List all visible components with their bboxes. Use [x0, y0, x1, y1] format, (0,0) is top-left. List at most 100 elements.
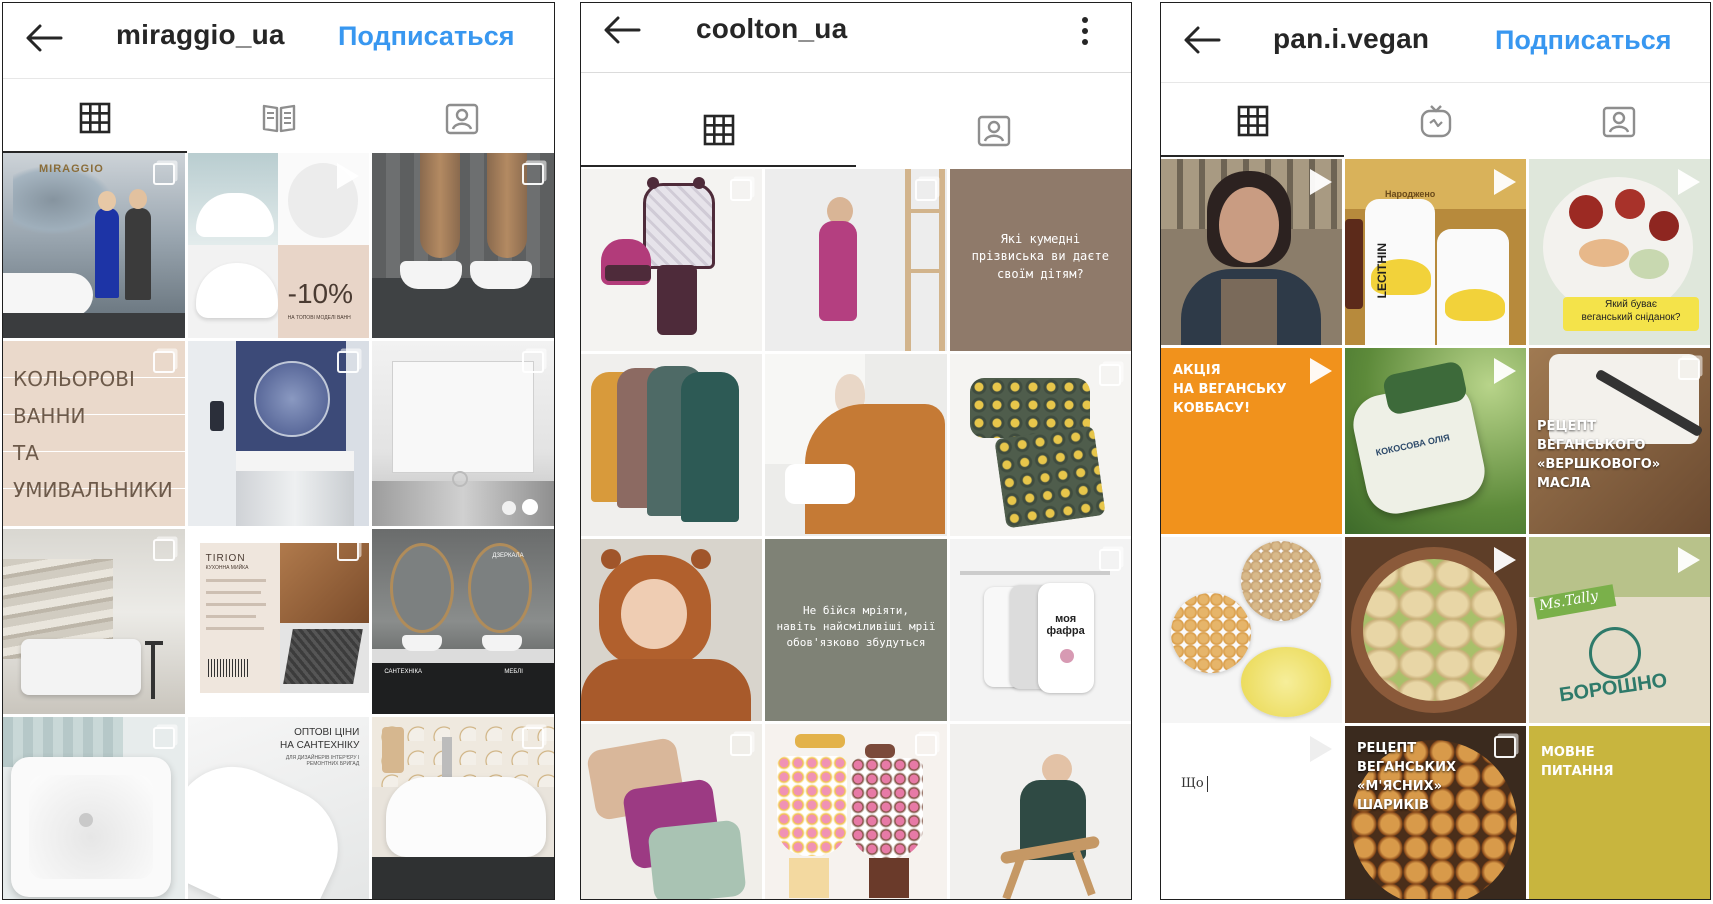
tab-tagged[interactable] [1527, 85, 1710, 157]
follow-button[interactable]: Подписаться [1495, 25, 1672, 56]
video-icon [337, 163, 360, 189]
language-text: МОВНЕ ПИТАННЯ [1541, 745, 1614, 779]
tab-tagged[interactable] [856, 93, 1131, 167]
post-grid: Які кумедні прізвиська ви даєте своїм ді… [581, 169, 1131, 899]
follow-button[interactable]: Подписаться [338, 21, 515, 52]
post-colored-bathtubs[interactable]: КОЛЬОРОВІ ВАННИ ТА УМИВАЛЬНИКИ [3, 341, 185, 526]
profile-panel-panivegan: pan.i.vegan Подписаться Народжено LECITH… [1160, 2, 1711, 900]
video-icon [1494, 547, 1516, 573]
post-toddler-pink[interactable] [765, 169, 947, 351]
tagged-icon [445, 103, 479, 135]
video-icon [1310, 358, 1332, 384]
back-arrow-icon[interactable] [1183, 25, 1221, 55]
post-lecithin[interactable]: Народжено LECITHIN [1345, 159, 1526, 345]
grid-icon [79, 102, 111, 134]
video-icon [1678, 547, 1700, 573]
carousel-icon [152, 163, 175, 185]
product-title: TIRION [205, 553, 246, 564]
post-bodysuits-hangers[interactable]: моя фафра [949, 539, 1131, 721]
post-language-question[interactable]: МОВНЕ ПИТАННЯ [1529, 726, 1710, 899]
profile-tabs [581, 93, 1131, 167]
back-arrow-icon[interactable] [603, 15, 641, 45]
carousel-icon [152, 351, 175, 373]
grid-icon [703, 114, 734, 146]
video-icon [1310, 736, 1332, 762]
profile-header: coolton_ua [581, 3, 1131, 73]
profile-tabs [3, 83, 554, 153]
post-chickpeas[interactable] [1161, 537, 1342, 723]
post-cardigans[interactable] [581, 724, 763, 899]
post-white-room[interactable] [372, 341, 554, 526]
profile-header: miraggio_ua Подписаться [3, 3, 554, 79]
tab-tagged[interactable] [370, 83, 554, 153]
carousel-icon [152, 539, 175, 561]
wholesale-title: ОПТОВІ ЦІНИ НА САНТЕХНІКУ [280, 727, 360, 751]
username: coolton_ua [696, 13, 848, 44]
carousel-icon [1678, 358, 1700, 380]
post-grid: MIRAGGIO -10% НА ТОПОВІ МОДЕЛІ ВАНН КОЛЬ… [3, 153, 554, 899]
post-bathtubs-discount[interactable]: -10% НА ТОПОВІ МОДЕЛІ ВАНН [187, 153, 370, 338]
post-baby-bear-suit[interactable] [581, 539, 763, 721]
username: miraggio_ua [116, 19, 285, 50]
post-quote-nicknames[interactable]: Які кумедні прізвиська ви даєте своїм ді… [949, 169, 1131, 351]
video-icon [1310, 169, 1332, 195]
post-flour[interactable]: Ms.Tally БОРОШНО [1529, 537, 1710, 723]
carousel-icon [914, 734, 937, 756]
post-white-sink[interactable] [3, 717, 185, 899]
igtv-icon [1420, 105, 1451, 138]
carousel-icon [730, 734, 753, 756]
username: pan.i.vegan [1273, 23, 1430, 54]
post-vegan-breakfast[interactable]: Який буває веганський сніданок? [1529, 159, 1710, 345]
profile-panel-miraggio: miraggio_ua Подписаться MIRAGGIO -10% НА… [2, 2, 555, 900]
post-meatballs-recipe[interactable]: РЕЦЕПТ ВЕГАНСЬКИХ «М'ЯСНИХ» ШАРИКІВ [1345, 726, 1526, 899]
video-icon [1678, 169, 1700, 195]
post-donut-dresses[interactable] [765, 724, 947, 899]
carousel-icon [337, 539, 360, 561]
breakfast-caption: Який буває веганський сніданок? [1581, 299, 1681, 323]
video-icon [1494, 358, 1516, 384]
post-onyx-bath[interactable] [3, 529, 185, 714]
post-text-draft[interactable]: Що [1161, 726, 1342, 899]
post-wholesale-prices[interactable]: ОПТОВІ ЦІНИ НА САНТЕХНІКУ ДЛЯ ДИЗАЙНЕРІВ… [187, 717, 370, 899]
quote-text: Не бійся мріяти, навіть найсміливіші мрі… [776, 604, 936, 649]
carousel-icon [152, 727, 175, 749]
carousel-icon [1494, 736, 1516, 758]
post-baby-chair[interactable] [765, 354, 947, 536]
post-butter-recipe[interactable]: РЕЦЕПТ ВЕГАНСЬКОГО «ВЕРШКОВОГО» МАСЛА [1529, 348, 1710, 534]
tab-grid[interactable] [1161, 85, 1344, 157]
carousel-icon [522, 351, 544, 373]
more-options-icon[interactable] [1079, 15, 1091, 47]
post-avocado-set[interactable] [949, 354, 1131, 536]
promo-text: АКЦІЯ НА ВЕГАНСЬКУ КОВБАСУ! [1173, 363, 1287, 416]
post-mirrors-vanity[interactable]: ДЗЕРКАЛА САНТЕХНІКА МЕБЛІ [372, 529, 554, 714]
post-coconut-oil[interactable]: КОКОСОВА ОЛІЯ [1345, 348, 1526, 534]
carousel-icon [1098, 549, 1121, 571]
tab-igtv[interactable] [1344, 85, 1527, 157]
post-navy-vanity[interactable] [187, 341, 370, 526]
post-toddler-wooden-toy[interactable] [949, 724, 1131, 899]
post-showroom[interactable]: MIRAGGIO [3, 153, 185, 338]
profile-panel-coolton: coolton_ua Які кумедні прізвиська ви дає… [580, 2, 1132, 900]
post-quote-dream[interactable]: Не бійся мріяти, навіть найсміливіші мрі… [765, 539, 947, 721]
post-bear-jumpsuit[interactable] [581, 169, 763, 351]
tagged-icon [977, 115, 1010, 147]
post-washbasins-tiles[interactable] [372, 153, 554, 338]
post-sausage-promo[interactable]: АКЦІЯ НА ВЕГАНСЬКУ КОВБАСУ! [1161, 348, 1342, 534]
profile-header: pan.i.vegan Подписаться [1161, 3, 1710, 83]
post-grid: Народжено LECITHIN Який буває веганський… [1161, 159, 1710, 899]
back-arrow-icon[interactable] [25, 23, 63, 53]
post-tirion-sink[interactable]: TIRION КУХОННА МИЙКА [187, 529, 370, 714]
tab-grid[interactable] [3, 83, 187, 153]
brand-logo-text: MIRAGGIO [39, 163, 104, 175]
video-icon [1494, 169, 1516, 195]
tab-guides[interactable] [187, 83, 371, 153]
post-hoodies-rack[interactable] [581, 354, 763, 536]
profile-tabs [1161, 85, 1710, 157]
carousel-icon [1098, 364, 1121, 386]
post-honeycomb-basin[interactable] [372, 717, 554, 899]
post-portrait-shop[interactable] [1161, 159, 1342, 345]
discount-text: -10% [287, 278, 354, 309]
tab-grid[interactable] [581, 93, 856, 167]
carousel-icon [337, 351, 360, 373]
post-dumplings[interactable] [1345, 537, 1526, 723]
